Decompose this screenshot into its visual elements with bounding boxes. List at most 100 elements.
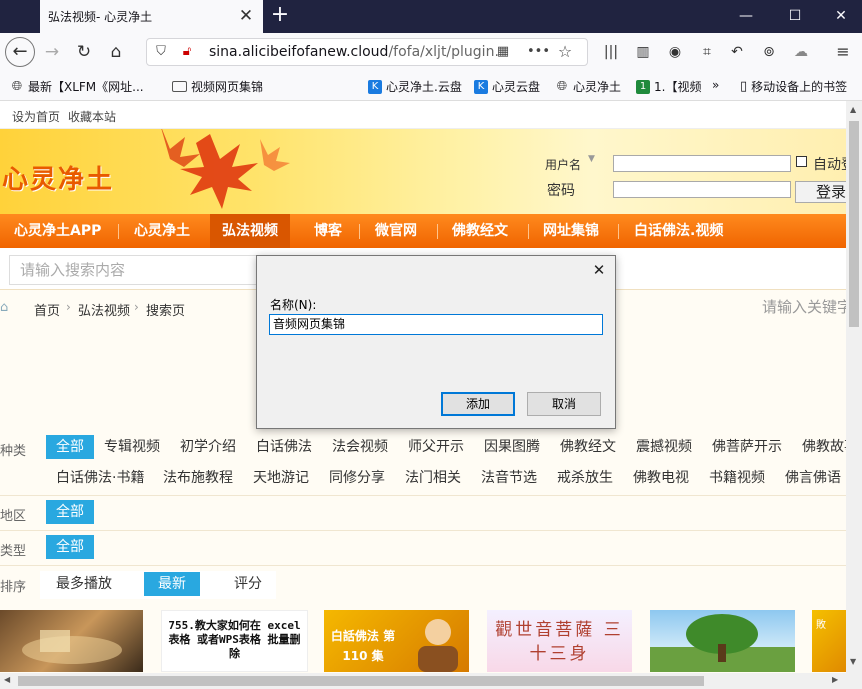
bookmark-item[interactable]: 🌐︎ 心灵净土 [555, 78, 621, 95]
bookmark-item[interactable]: K 心灵净土.云盘 [368, 78, 462, 95]
category-item[interactable]: 白话佛法 [256, 435, 312, 459]
category-item[interactable]: 白话佛法·书籍 [56, 466, 144, 490]
type-all[interactable]: 全部 [46, 535, 94, 559]
qr-code-icon[interactable]: ▦ [493, 42, 513, 62]
nav-item-plain-dharma[interactable]: 白话佛法.视频 [622, 214, 735, 248]
password-input[interactable] [613, 181, 791, 198]
video-thumbnail[interactable]: 755.教大家如何在 excel表格 或者WPS表格 批量删除 [161, 610, 308, 672]
tab-close-icon[interactable]: ✕ [237, 7, 255, 25]
home-icon[interactable]: ⌂ [0, 300, 8, 315]
category-item[interactable]: 师父开示 [408, 435, 464, 459]
scroll-down-icon[interactable]: ▼ [850, 657, 856, 666]
cancel-button[interactable]: 取消 [527, 392, 601, 416]
auto-login-checkbox[interactable] [796, 156, 807, 167]
dialog-close-icon[interactable]: ✕ [589, 260, 609, 280]
category-item[interactable]: 佛菩萨开示 [712, 435, 782, 459]
insecure-lock-icon[interactable]: 🔓︎ [177, 42, 197, 62]
sort-most-played[interactable]: 最多播放 [56, 572, 112, 596]
login-button[interactable]: 登录 [795, 181, 846, 203]
scroll-up-icon[interactable]: ▲ [850, 105, 856, 114]
breadcrumb-videos[interactable]: 弘法视频 [78, 300, 130, 319]
chevron-right-icon: › [134, 300, 139, 314]
category-item[interactable]: 佛教经文 [560, 435, 616, 459]
category-item[interactable]: 戒杀放生 [557, 466, 613, 490]
nav-item-app[interactable]: 心灵净土APP [2, 214, 113, 248]
url-bar[interactable]: ⛉ 🔓︎ sina.alicibeifofanew.cloud/fofa/xlj… [146, 38, 588, 66]
video-thumbnail[interactable]: 白話佛法 第 110 集 [324, 610, 469, 672]
screenshot-icon[interactable]: ⌗ [696, 41, 718, 63]
nav-item-scriptures[interactable]: 佛教经文 [440, 214, 520, 248]
region-all[interactable]: 全部 [46, 500, 94, 524]
sort-newest[interactable]: 最新 [144, 572, 200, 596]
sort-rating[interactable]: 评分 [234, 572, 262, 596]
category-item[interactable]: 书籍视频 [709, 466, 765, 490]
keyword-input[interactable]: 请输入关键字 [762, 296, 846, 317]
nav-item-videos[interactable]: 弘法视频 [210, 214, 290, 248]
menu-icon[interactable]: ≡ [832, 41, 854, 63]
add-favorite-link[interactable]: 收藏本站 [68, 108, 116, 125]
maximize-button[interactable]: ☐ [784, 6, 806, 26]
reload-button[interactable]: ↻ [70, 38, 98, 66]
category-item[interactable]: 因果图腾 [484, 435, 540, 459]
scroll-right-icon[interactable]: ▶ [832, 675, 838, 684]
page-actions-icon[interactable]: ••• [527, 42, 550, 62]
set-homepage-link[interactable]: 设为首页 [12, 108, 60, 125]
category-item[interactable]: 法会视频 [332, 435, 388, 459]
category-item[interactable]: 同修分享 [329, 466, 385, 490]
category-item[interactable]: 佛教故事 [802, 435, 846, 459]
breadcrumb-home[interactable]: 首页 [34, 300, 60, 319]
category-item[interactable]: 初学介绍 [180, 435, 236, 459]
category-item[interactable]: 天地游记 [253, 466, 309, 490]
extension-icon[interactable]: ⊚ [758, 41, 780, 63]
account-icon[interactable]: ◉ [664, 41, 686, 63]
new-tab-button[interactable]: + [268, 4, 292, 28]
bookmarks-overflow[interactable]: » [712, 78, 719, 92]
category-item[interactable]: 佛言佛语 [785, 466, 841, 490]
undo-icon[interactable]: ↶ [726, 41, 748, 63]
library-icon[interactable]: ||| [600, 41, 622, 63]
username-input[interactable] [613, 155, 791, 172]
vertical-scrollbar[interactable]: ▲ ▼ [846, 101, 862, 673]
bookmark-star-icon[interactable]: ☆ [555, 42, 575, 62]
bookmark-folder[interactable]: 视频网页集锦 [172, 78, 263, 95]
bookmark-item[interactable]: 1 1.【视频 [636, 78, 704, 95]
video-thumbnail[interactable]: 觀世音菩薩 三十三身 [487, 610, 632, 672]
home-button[interactable]: ⌂ [102, 38, 130, 66]
bookmark-item[interactable]: K 心灵云盘 [474, 78, 540, 95]
minimize-button[interactable]: — [735, 6, 757, 26]
bookmark-item[interactable]: 🌐︎ 最新【XLFM《网址... [10, 78, 144, 95]
forward-button[interactable]: → [38, 38, 66, 66]
site-logo[interactable]: 心灵净土 [2, 159, 114, 196]
category-item[interactable]: 法音节选 [481, 466, 537, 490]
nav-item-micro-site[interactable]: 微官网 [363, 214, 429, 248]
category-all[interactable]: 全部 [46, 435, 94, 459]
video-thumbnail[interactable]: 敗 [812, 610, 846, 672]
shield-icon[interactable]: ⛉ [151, 42, 171, 62]
scroll-left-icon[interactable]: ◀ [4, 675, 10, 684]
browser-tab[interactable]: 弘法视频- 心灵净土 ✕ [40, 0, 263, 33]
category-item[interactable]: 震撼视频 [636, 435, 692, 459]
video-thumbnail[interactable] [0, 610, 143, 672]
search-input[interactable]: 请输入搜索内容 [9, 255, 259, 285]
nav-item-links[interactable]: 网址集锦 [531, 214, 611, 248]
nav-item-blog[interactable]: 博客 [302, 214, 354, 248]
sidebar-icon[interactable]: ▥ [632, 41, 654, 63]
category-item[interactable]: 法门相关 [405, 466, 461, 490]
name-input[interactable]: 音频网页集锦 [269, 314, 603, 335]
mobile-bookmarks[interactable]: ▯ 移动设备上的书签 [740, 78, 847, 95]
url-text[interactable]: sina.alicibeifofanew.cloud/fofa/xljt/plu… [209, 44, 499, 60]
globe-icon: 🌐︎ [11, 78, 23, 94]
extension-icon[interactable]: ☁ [790, 41, 812, 63]
back-button[interactable]: ← [5, 37, 35, 67]
video-thumbnail[interactable] [650, 610, 795, 672]
category-item[interactable]: 法布施教程 [163, 466, 233, 490]
category-item[interactable]: 佛教电视 [633, 466, 689, 490]
nav-item-home[interactable]: 心灵净土 [122, 214, 202, 248]
add-button[interactable]: 添加 [441, 392, 515, 416]
horizontal-scrollbar[interactable]: ◀ ▶ [0, 673, 846, 689]
close-window-button[interactable]: ✕ [830, 6, 852, 26]
chevron-down-icon[interactable]: ▼ [588, 154, 595, 164]
scrollbar-thumb[interactable] [18, 676, 704, 686]
scrollbar-thumb[interactable] [849, 121, 859, 327]
category-item[interactable]: 专辑视频 [104, 435, 160, 459]
